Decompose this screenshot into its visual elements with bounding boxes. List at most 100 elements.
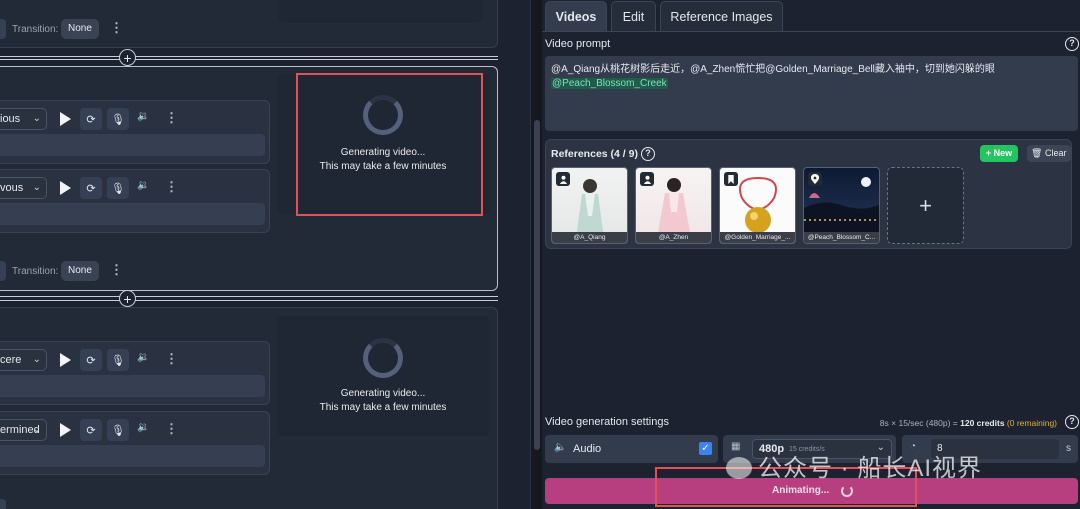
scene-divider — [0, 296, 498, 297]
references-title: References (4 / 9) — [551, 148, 638, 160]
left-pane-scrollbar[interactable] — [530, 0, 542, 509]
loading-spinner-icon — [363, 338, 403, 378]
plus-icon: + — [919, 193, 932, 218]
emotion-select[interactable]: ermined ⌄ — [0, 419, 47, 441]
bookmark-icon — [724, 172, 738, 186]
emotion-select-value: cere — [0, 354, 22, 366]
shot-row-2: ermined ⌄ ⟳ 🎙 🔉 ⋮ — [0, 411, 270, 475]
scene-action-button[interactable] — [0, 261, 6, 281]
editor-panel: Videos Edit Reference Images Video promp… — [542, 0, 1080, 509]
reference-thumbnail[interactable]: @Golden_Marriage_... — [719, 167, 796, 244]
generating-status: Generating video... — [340, 388, 426, 399]
person-icon — [640, 172, 654, 186]
help-icon[interactable]: ? — [641, 147, 655, 161]
regenerate-icon[interactable]: ⟳ — [80, 349, 102, 371]
tab-videos[interactable]: Videos — [545, 1, 607, 31]
settings-label: Video generation settings — [545, 416, 669, 428]
scene-action-button[interactable] — [0, 19, 6, 39]
reference-caption: @A_Qiang — [552, 232, 627, 243]
reference-caption: @Peach_Blossom_C... — [804, 232, 879, 243]
microphone-icon[interactable]: 🎙 — [107, 108, 129, 130]
emotion-select[interactable]: vous ⌄ — [0, 177, 47, 199]
cost-summary: 8s × 15/sec (480p) = 120 credits (0 rema… — [880, 418, 1057, 428]
dialogue-input[interactable] — [0, 203, 265, 225]
help-icon[interactable]: ? — [1065, 415, 1079, 429]
audio-checkbox[interactable]: ✓ — [699, 442, 712, 455]
prompt-label: Video prompt — [545, 38, 611, 50]
chevron-down-icon: ⌄ — [32, 113, 41, 124]
more-options-icon[interactable]: ⋮ — [165, 351, 178, 367]
new-reference-button[interactable]: + New — [980, 145, 1018, 162]
mention-tag[interactable]: @Peach_Blossom_Creek — [551, 78, 668, 89]
more-options-icon[interactable]: ⋮ — [165, 421, 178, 437]
watermark: 公众号 · 船长AI视界 — [726, 448, 982, 483]
play-icon[interactable] — [57, 352, 73, 368]
regenerate-icon[interactable]: ⟳ — [80, 108, 102, 130]
person-icon — [556, 172, 570, 186]
chevron-down-icon: ⌄ — [32, 354, 41, 365]
transition-label: Transition: — [12, 266, 59, 277]
volume-icon[interactable]: 🔉 — [137, 111, 149, 122]
add-scene-button[interactable]: + — [119, 290, 136, 307]
regenerate-icon[interactable]: ⟳ — [80, 419, 102, 441]
emotion-select[interactable]: cere ⌄ — [0, 349, 47, 371]
microphone-icon[interactable]: 🎙 — [107, 419, 129, 441]
reference-thumbnail[interactable]: @A_Zhen — [635, 167, 712, 244]
watermark-text: 公众号 · 船长AI视界 — [758, 455, 983, 482]
reference-thumbnail[interactable]: @Peach_Blossom_C... — [803, 167, 880, 244]
shot-row-1: cere ⌄ ⟳ 🎙 🔉 ⋮ — [0, 341, 270, 405]
volume-icon[interactable]: 🔉 — [137, 422, 149, 433]
volume-icon[interactable]: 🔉 — [137, 352, 149, 363]
dialogue-input[interactable] — [0, 445, 265, 467]
play-icon[interactable] — [57, 422, 73, 438]
app-root: Transition: None ⋮ + ious ⌄ ⟳ 🎙 🔉 ⋮ vous ⌄… — [0, 0, 1080, 509]
play-icon[interactable] — [57, 180, 73, 196]
reference-caption: @Golden_Marriage_... — [720, 232, 795, 243]
microphone-icon[interactable]: 🎙 — [107, 349, 129, 371]
emotion-select-value: ious — [0, 113, 21, 125]
dialogue-input[interactable] — [0, 134, 265, 156]
transition-label: Transition: — [12, 24, 59, 35]
dialogue-input[interactable] — [0, 375, 265, 397]
generating-hint: This may take a few minutes — [319, 402, 447, 413]
emotion-select-value: vous — [0, 182, 24, 194]
more-options-icon[interactable]: ⋮ — [165, 179, 178, 195]
speaker-icon: 🔈 — [554, 442, 567, 453]
scrollbar-thumb[interactable] — [534, 120, 540, 450]
scene-action-button[interactable] — [0, 499, 6, 509]
more-options-icon[interactable]: ⋮ — [110, 20, 123, 36]
scene-list-pane: Transition: None ⋮ + ious ⌄ ⟳ 🎙 🔉 ⋮ vous ⌄… — [0, 0, 530, 509]
cost-formula: 8s × 15/sec (480p) = — [879, 418, 961, 428]
highlight-box — [296, 73, 483, 216]
regenerate-icon[interactable]: ⟳ — [80, 177, 102, 199]
clear-label: Clear — [1044, 148, 1067, 158]
transition-select[interactable]: None — [61, 19, 99, 39]
reference-thumbnail[interactable]: @A_Qiang — [551, 167, 628, 244]
cost-credits: 120 credits — [960, 418, 1005, 428]
wechat-icon — [726, 457, 752, 479]
add-reference-button[interactable]: + — [887, 167, 964, 244]
help-icon[interactable]: ? — [1065, 37, 1079, 51]
microphone-icon[interactable]: 🎙 — [107, 177, 129, 199]
more-options-icon[interactable]: ⋮ — [165, 110, 178, 126]
add-scene-button[interactable]: + — [119, 49, 136, 66]
video-preview-generating: Generating video... This may take a few … — [277, 316, 490, 436]
audio-toggle[interactable]: 🔈 Audio ✓ — [545, 435, 718, 463]
transition-select[interactable]: None — [61, 261, 99, 281]
more-options-icon[interactable]: ⋮ — [110, 262, 123, 278]
location-pin-icon — [808, 172, 822, 186]
tab-edit[interactable]: Edit — [611, 1, 656, 31]
scene-divider — [0, 56, 498, 57]
scene-divider — [0, 300, 498, 301]
play-icon[interactable] — [57, 111, 73, 127]
reference-caption: @A_Zhen — [636, 232, 711, 243]
tab-reference-images[interactable]: Reference Images — [660, 1, 783, 31]
prompt-textarea[interactable]: @A_Qiang从桃花树影后走近，@A_Zhen慌忙把@Golden_Marri… — [545, 56, 1078, 131]
volume-icon[interactable]: 🔉 — [137, 180, 149, 191]
cost-remaining: (0 remaining) — [1006, 418, 1057, 428]
scene-divider — [0, 59, 498, 60]
shot-row-1: ious ⌄ ⟳ 🎙 🔉 ⋮ — [0, 100, 270, 164]
emotion-select[interactable]: ious ⌄ — [0, 108, 47, 130]
trash-icon: 🗑 — [1031, 148, 1043, 158]
clear-references-button[interactable]: 🗑 Clear — [1027, 145, 1071, 162]
